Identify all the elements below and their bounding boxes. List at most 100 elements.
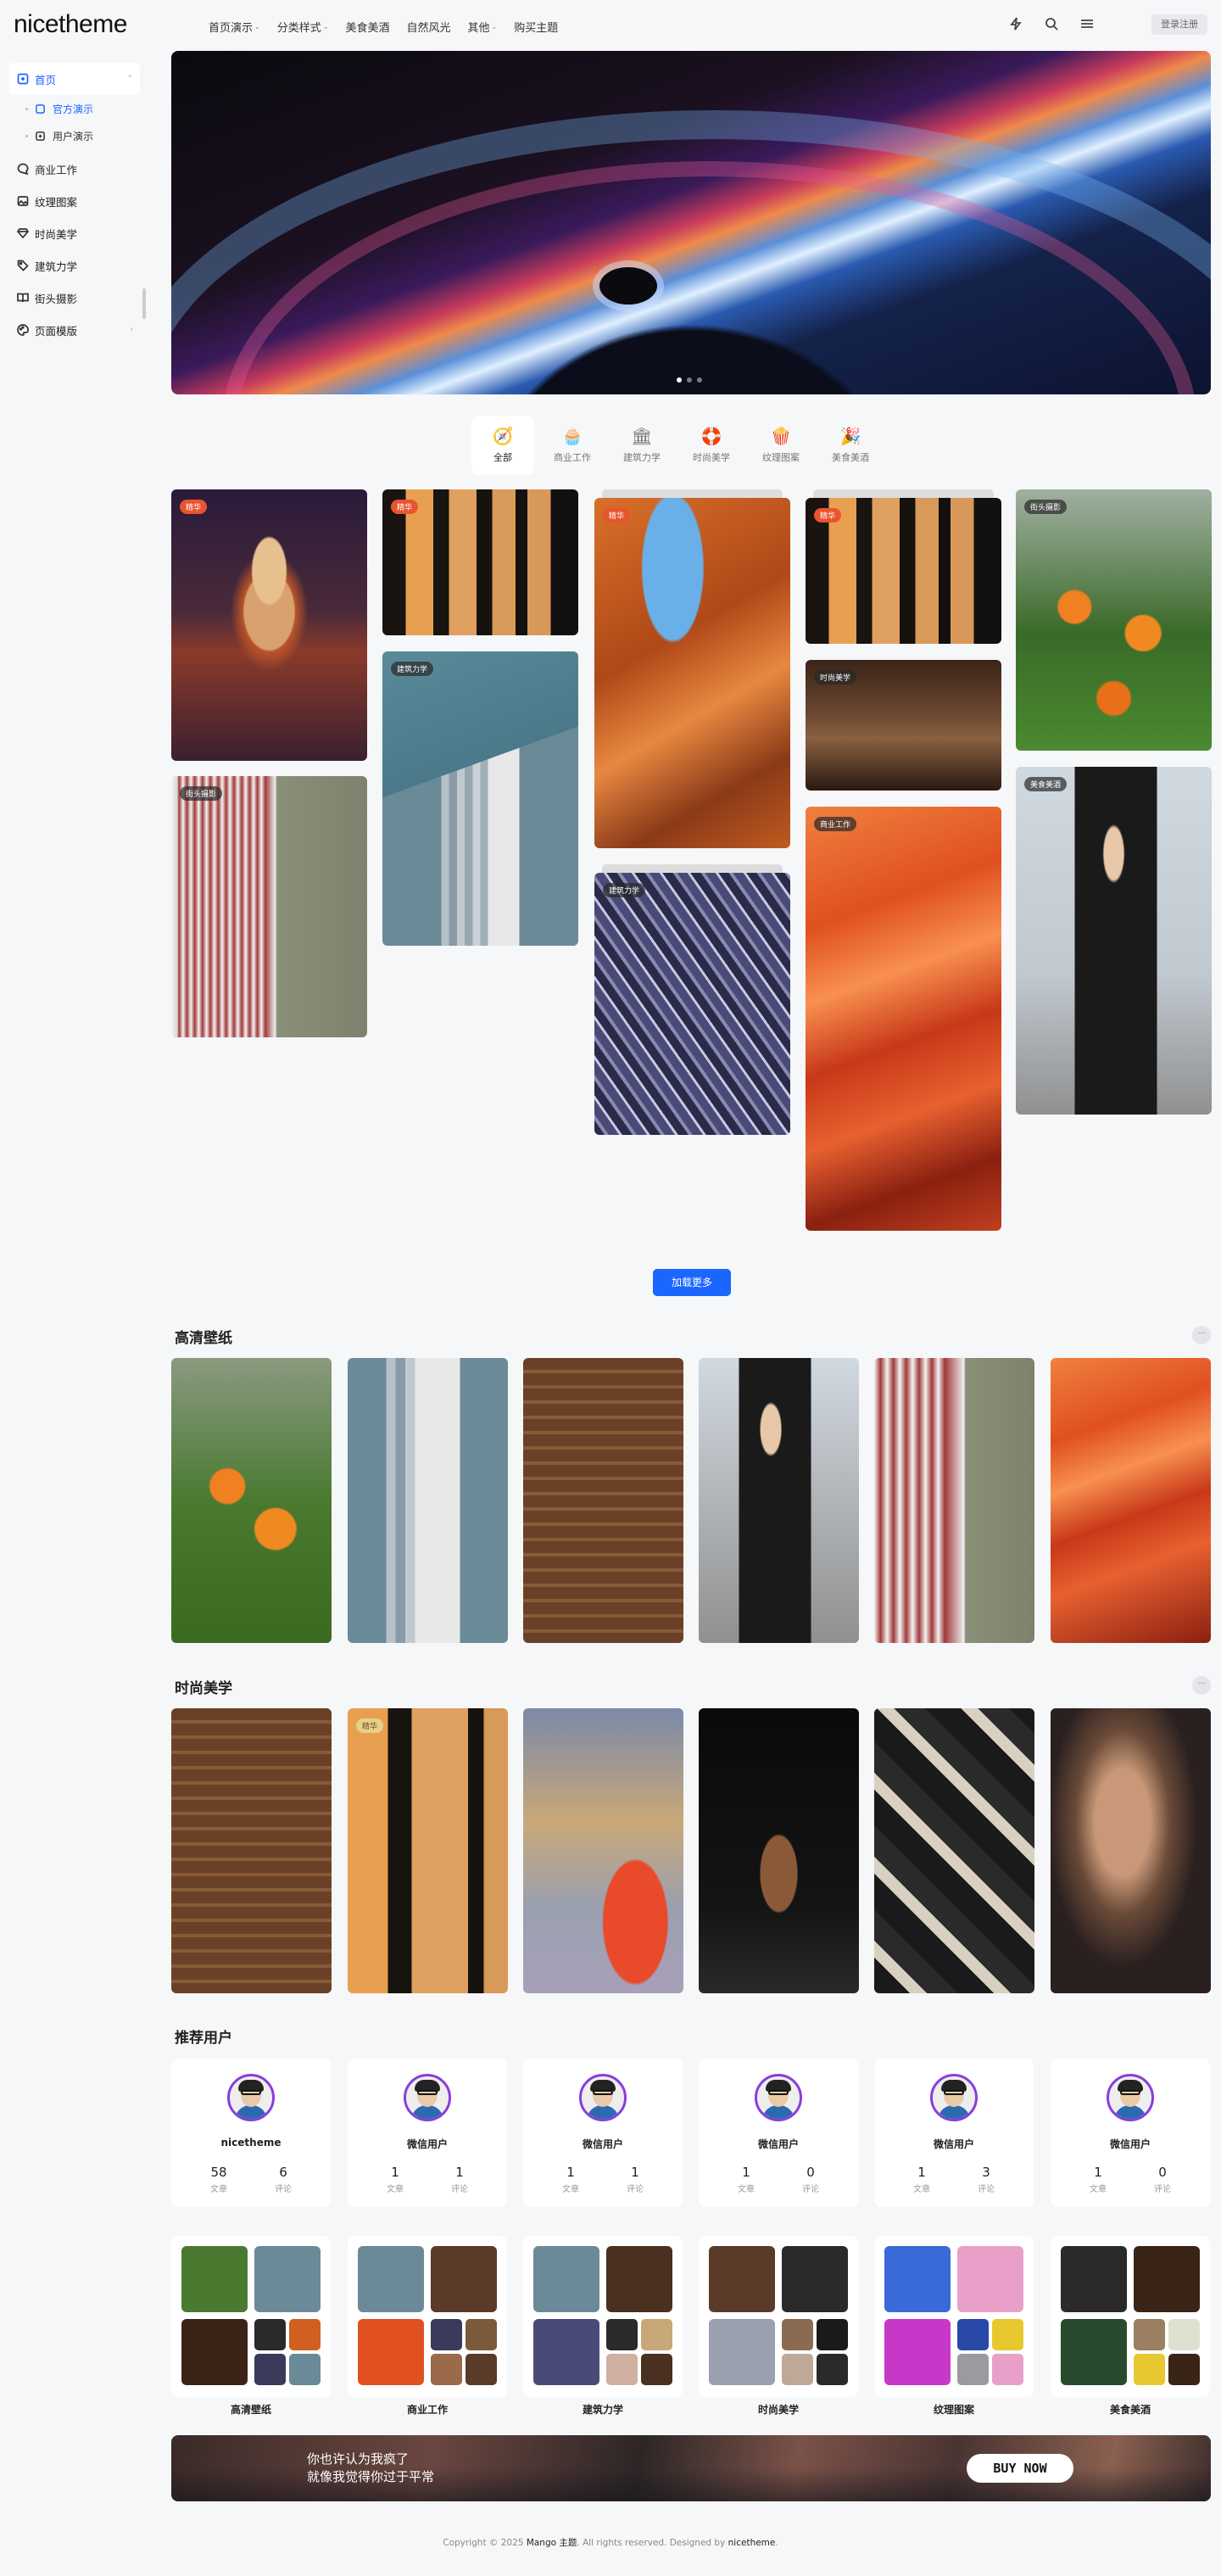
load-more-button[interactable]: 加载更多	[653, 1269, 731, 1296]
user-card[interactable]: 微信用户 1 文章 3 评论	[874, 2059, 1034, 2207]
post-card[interactable]: 精华	[171, 489, 367, 761]
nav-item[interactable]: 美食美酒	[345, 19, 389, 35]
section-title: 高清壁纸	[175, 1330, 232, 1347]
post-card[interactable]: 商业工作	[806, 807, 1001, 1231]
thumb	[254, 2246, 321, 2312]
nav-item[interactable]: 购买主题	[514, 19, 558, 35]
nav-item[interactable]: 分类样式 ⌄	[277, 19, 329, 35]
fashion-card[interactable]	[523, 1708, 683, 1993]
nav-item[interactable]: 其他 ⌄	[467, 19, 497, 35]
lightning-icon[interactable]	[1009, 17, 1023, 31]
category-name[interactable]: 时尚美学	[699, 2402, 858, 2417]
avatar[interactable]	[227, 2074, 275, 2121]
thumb	[817, 2319, 848, 2350]
hero-image-detail	[599, 267, 657, 305]
category-card[interactable]: 美食美酒	[1051, 2236, 1210, 2416]
nav-item[interactable]: 自然风光	[406, 19, 450, 35]
user-name[interactable]: 微信用户	[699, 2137, 858, 2151]
user-name[interactable]: 微信用户	[523, 2137, 683, 2151]
tab-architecture[interactable]: 🏛 建筑力学	[610, 416, 673, 475]
chevron-down-icon: ⌄	[491, 23, 498, 31]
footer-brand-link[interactable]: nicetheme	[728, 2538, 776, 2548]
sidebar-item-templates[interactable]: 页面模版 ›	[8, 314, 140, 346]
tab-texture[interactable]: 🍿 纹理图案	[750, 416, 812, 475]
wallpaper-card[interactable]	[348, 1358, 508, 1643]
wallpaper-card[interactable]	[699, 1358, 859, 1643]
tab-food[interactable]: 🎉 美食美酒	[819, 416, 882, 475]
user-card[interactable]: nicetheme 58 文章 6 评论	[171, 2059, 331, 2207]
category-name[interactable]: 美食美酒	[1051, 2402, 1210, 2417]
category-name[interactable]: 建筑力学	[523, 2402, 683, 2417]
category-card[interactable]: 建筑力学	[523, 2236, 683, 2416]
sidebar-scrollbar[interactable]	[142, 288, 146, 319]
section-title: 推荐用户	[175, 2030, 232, 2047]
category-badge: 街头摄影	[180, 786, 223, 801]
sidebar-item-business[interactable]: 商业工作	[8, 153, 140, 185]
tab-fashion[interactable]: 🛟 时尚美学	[680, 416, 743, 475]
avatar[interactable]	[755, 2074, 802, 2121]
post-card[interactable]: 建筑力学	[594, 873, 790, 1135]
hero-slider[interactable]	[171, 51, 1211, 394]
category-card[interactable]: 商业工作	[348, 2236, 507, 2416]
sidebar-item-texture[interactable]: 纹理图案	[8, 185, 140, 217]
comment-count-label: 评论	[1154, 2185, 1171, 2194]
avatar-glasses	[1120, 2090, 1140, 2095]
slider-dot[interactable]	[677, 377, 682, 383]
footer-theme-link[interactable]: Mango 主题	[527, 2538, 577, 2548]
sidebar-item-home[interactable]: 首页 ⌃	[8, 63, 140, 95]
category-name[interactable]: 纹理图案	[874, 2402, 1034, 2417]
post-card[interactable]: 时尚美学	[806, 660, 1001, 791]
avatar[interactable]	[1107, 2074, 1154, 2121]
slider-dot[interactable]	[697, 377, 702, 383]
sidebar-sub-official[interactable]: 官方演示	[8, 95, 140, 122]
avatar[interactable]	[579, 2074, 627, 2121]
sidebar-item-architecture[interactable]: 建筑力学	[8, 249, 140, 282]
fashion-card[interactable]	[1051, 1708, 1211, 1993]
thumb	[358, 2319, 424, 2385]
wallpaper-card[interactable]	[874, 1358, 1034, 1643]
avatar[interactable]	[930, 2074, 978, 2121]
user-card[interactable]: 微信用户 1 文章 1 评论	[523, 2059, 683, 2207]
user-name[interactable]: 微信用户	[874, 2137, 1034, 2151]
buy-now-button[interactable]: BUY NOW	[967, 2454, 1073, 2483]
user-card[interactable]: 微信用户 1 文章 1 评论	[348, 2059, 507, 2207]
post-card[interactable]: 美食美酒	[1016, 767, 1212, 1115]
fashion-card[interactable]: 精华	[348, 1708, 508, 1993]
user-name[interactable]: 微信用户	[348, 2137, 507, 2151]
user-name[interactable]: nicetheme	[171, 2137, 331, 2149]
wallpaper-card[interactable]	[171, 1358, 332, 1643]
post-card[interactable]: 精华	[382, 489, 578, 635]
sidebar-item-street[interactable]: 街头摄影	[8, 282, 140, 314]
more-button[interactable]: ···	[1192, 1326, 1211, 1344]
fashion-card[interactable]	[699, 1708, 859, 1993]
post-card[interactable]: 建筑力学	[382, 651, 578, 946]
fashion-card[interactable]	[874, 1708, 1034, 1993]
post-card[interactable]: 精华	[806, 498, 1001, 644]
user-card[interactable]: 微信用户 1 文章 0 评论	[699, 2059, 858, 2207]
tab-business[interactable]: 🧁 商业工作	[541, 416, 604, 475]
category-name[interactable]: 商业工作	[348, 2402, 507, 2417]
category-card[interactable]: 纹理图案	[874, 2236, 1034, 2416]
nav-item[interactable]: 首页演示 ⌄	[209, 19, 260, 35]
category-card[interactable]: 时尚美学	[699, 2236, 858, 2416]
user-card[interactable]: 微信用户 1 文章 0 评论	[1051, 2059, 1210, 2207]
user-name[interactable]: 微信用户	[1051, 2137, 1210, 2151]
tab-all[interactable]: 🧭 全部	[471, 416, 534, 475]
logo[interactable]: nicetheme	[14, 10, 127, 39]
post-card[interactable]: 精华	[594, 498, 790, 848]
category-name[interactable]: 高清壁纸	[171, 2402, 331, 2417]
menu-icon[interactable]	[1080, 17, 1094, 31]
search-icon[interactable]	[1045, 17, 1058, 31]
post-card[interactable]: 街头摄影	[1016, 489, 1212, 751]
login-button[interactable]: 登录注册	[1151, 14, 1207, 35]
category-card[interactable]: 高清壁纸	[171, 2236, 331, 2416]
sidebar-sub-users[interactable]: 用户演示	[8, 122, 140, 149]
post-card[interactable]: 街头摄影	[171, 776, 367, 1037]
more-button[interactable]: ···	[1192, 1676, 1211, 1695]
sidebar-item-fashion[interactable]: 时尚美学	[8, 217, 140, 249]
wallpaper-card[interactable]	[1051, 1358, 1211, 1643]
fashion-card[interactable]	[171, 1708, 332, 1993]
slider-dot[interactable]	[687, 377, 692, 383]
wallpaper-card[interactable]	[523, 1358, 683, 1643]
avatar[interactable]	[404, 2074, 451, 2121]
